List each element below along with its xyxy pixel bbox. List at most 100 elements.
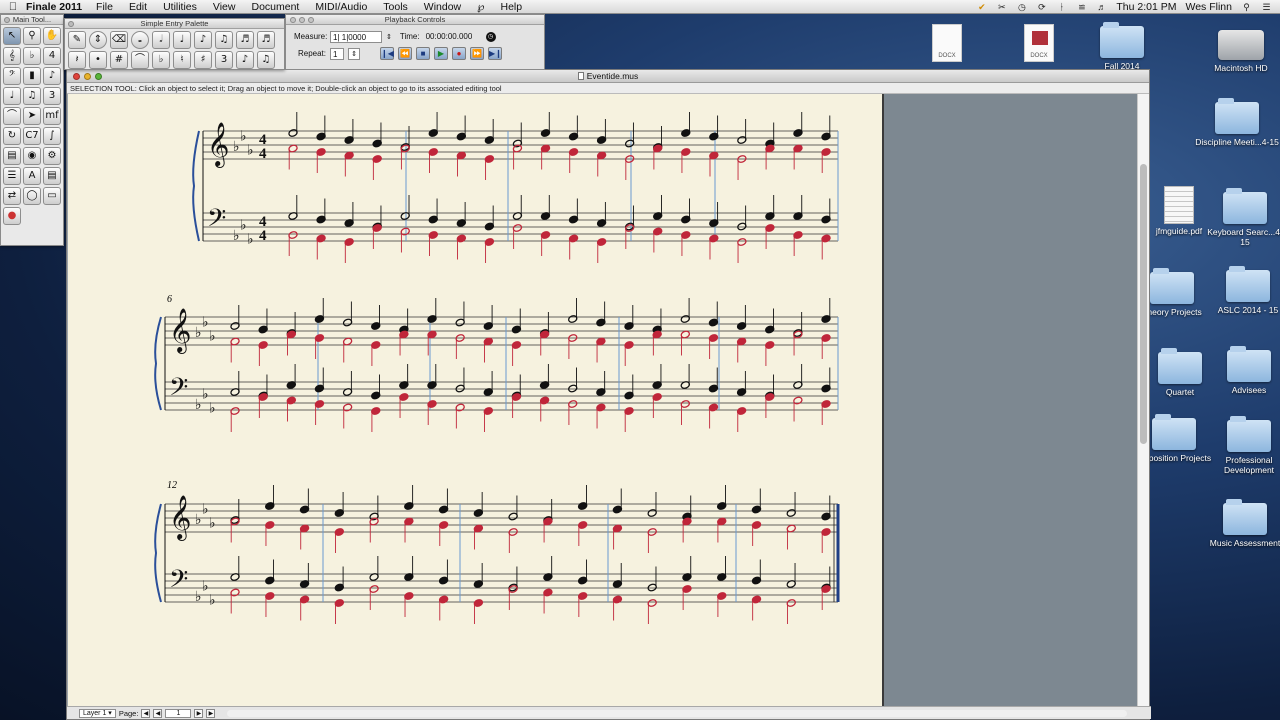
- measure-tool-icon[interactable]: ▮: [23, 67, 41, 85]
- grace-note-icon[interactable]: ♪: [236, 51, 254, 69]
- menu-tools[interactable]: Tools: [383, 1, 408, 13]
- menu-document[interactable]: Document: [251, 1, 299, 13]
- chord-tool-icon[interactable]: C7: [23, 127, 41, 145]
- eighth-note-icon[interactable]: ♪: [194, 31, 212, 49]
- layer-select[interactable]: Layer 1 ▾: [79, 708, 116, 718]
- graphics-tool-icon[interactable]: ◉: [23, 147, 41, 165]
- menu-window[interactable]: Window: [424, 1, 461, 13]
- tuplet-icon[interactable]: 3: [215, 51, 233, 69]
- selection-tool-icon[interactable]: ↖: [3, 27, 21, 45]
- main-tool-palette-title[interactable]: Main Tool...: [1, 15, 63, 25]
- desktop-macintosh-hd[interactable]: Macintosh HD: [1199, 30, 1280, 73]
- mass-edit-tool-icon[interactable]: ▭: [43, 187, 61, 205]
- mirror-tool-icon[interactable]: ⇄: [3, 187, 21, 205]
- midi-tool-icon[interactable]: ●: [3, 207, 21, 225]
- repeat-stepper-icon[interactable]: ⇕: [348, 47, 360, 60]
- menu-file[interactable]: File: [96, 1, 113, 13]
- desktop-folder-aslc[interactable]: ASLC 2014 - 15: [1206, 266, 1280, 315]
- repeat-tool-icon[interactable]: ↻: [3, 127, 21, 145]
- menu-edit[interactable]: Edit: [129, 1, 147, 13]
- natural-icon[interactable]: ♮: [173, 51, 191, 69]
- sixteenth-note-icon[interactable]: ♫: [215, 31, 233, 49]
- voice-icon[interactable]: ♫: [257, 51, 275, 69]
- measure-field[interactable]: 1| 1|0000: [330, 30, 382, 43]
- tie-icon[interactable]: ⌒: [131, 51, 149, 69]
- zoom-dot-icon[interactable]: [308, 17, 314, 23]
- desktop-folder-discipline-meeting[interactable]: Discipline Meeti...4-15: [1195, 98, 1279, 147]
- desktop-folder-advisees[interactable]: Advisees: [1207, 346, 1280, 395]
- go-to-start-icon[interactable]: ❙◀: [380, 47, 394, 60]
- zoom-tool-icon[interactable]: ⚲: [23, 27, 41, 45]
- horizontal-scrollbar[interactable]: [227, 710, 1127, 717]
- wifi-icon[interactable]: ≌: [1076, 2, 1087, 12]
- document-title-bar[interactable]: Eventide.mus: [67, 70, 1149, 83]
- lyrics-tool-icon[interactable]: ∫: [43, 127, 61, 145]
- expression-tool-icon[interactable]: mf: [43, 107, 61, 125]
- quarter-rest-icon[interactable]: 𝄽: [68, 51, 86, 69]
- simple-entry-tool-icon[interactable]: ♪: [43, 67, 61, 85]
- smart-shape-tool-icon[interactable]: ⌒: [3, 107, 21, 125]
- bluetooth-icon[interactable]: ᛂ: [1056, 2, 1067, 12]
- playback-controls-title[interactable]: Playback Controls: [286, 15, 544, 25]
- desktop-folder-keyboard-search[interactable]: Keyboard Searc...4-15: [1203, 188, 1280, 247]
- whole-note-icon[interactable]: 𝅝: [131, 31, 149, 49]
- menubar-user[interactable]: Wes Flinn: [1186, 1, 1233, 13]
- app-menu[interactable]: Finale 2011: [26, 1, 82, 13]
- flat-icon[interactable]: ♭: [152, 51, 170, 69]
- eraser-tool-icon[interactable]: ⌫: [110, 31, 128, 49]
- grid-icon[interactable]: #: [110, 51, 128, 69]
- zoom-window-icon[interactable]: [95, 73, 102, 80]
- sharp-icon[interactable]: ♯: [194, 51, 212, 69]
- desktop-docx-file-2[interactable]: DOCX: [997, 24, 1081, 64]
- sixty-fourth-note-icon[interactable]: ♬: [257, 31, 275, 49]
- first-page-icon[interactable]: ◀: [141, 708, 151, 718]
- special-tools-icon[interactable]: ⚙: [43, 147, 61, 165]
- arrows-tool-icon[interactable]: ⇕: [89, 31, 107, 49]
- previous-page-icon[interactable]: ◀: [153, 708, 163, 718]
- desktop-docx-file-1[interactable]: DOCX: [905, 24, 989, 64]
- time-signature-tool-icon[interactable]: 4: [43, 47, 61, 65]
- vertical-scroll-thumb[interactable]: [1140, 164, 1147, 444]
- score-page[interactable]: 6 12 𝄞 𝄢 ♭ ♭ ♭ ♭ ♭ ♭ 4 4 4 4 𝄞 𝄢 ♭ ♭ ♭ ♭ ♭ ♭ 𝄞 𝄢 ♭ ♭ ♭ ♭ ♭ ♭: [68, 94, 884, 708]
- hyperscribe-tool-icon[interactable]: ♫: [23, 87, 41, 105]
- checkmark-icon[interactable]: ✔: [976, 2, 987, 12]
- notification-center-icon[interactable]: ☰: [1261, 2, 1272, 12]
- volume-icon[interactable]: ♬: [1096, 2, 1107, 12]
- palette-close-icon[interactable]: [4, 17, 10, 23]
- menu-help[interactable]: Help: [500, 1, 522, 13]
- next-page-icon[interactable]: ▶: [194, 708, 204, 718]
- time-field[interactable]: 00:00:00.000: [424, 31, 482, 43]
- close-dot-icon[interactable]: [290, 17, 296, 23]
- time-machine-icon[interactable]: ◷: [1016, 2, 1027, 12]
- last-page-icon[interactable]: ▶: [206, 708, 216, 718]
- fast-forward-icon[interactable]: ⏩: [470, 47, 484, 60]
- staff-style-tool-icon[interactable]: ☰: [3, 167, 21, 185]
- lock-tool-icon[interactable]: ◯: [23, 187, 41, 205]
- stop-icon[interactable]: ■: [416, 47, 430, 60]
- tuplet-tool-icon[interactable]: 3: [43, 87, 61, 105]
- desktop-folder-music-assessment[interactable]: Music Assessment: [1203, 499, 1280, 548]
- thirty-second-note-icon[interactable]: ♬: [236, 31, 254, 49]
- measure-stepper-icon[interactable]: ⇕: [386, 33, 392, 41]
- quarter-note-icon[interactable]: ♩: [173, 31, 191, 49]
- desktop-folder-professional-development[interactable]: Professional Development: [1207, 416, 1280, 475]
- script-menu-icon[interactable]: ℘: [477, 1, 484, 13]
- speedy-entry-tool-icon[interactable]: ♩: [3, 87, 21, 105]
- menu-midi-audio[interactable]: MIDI/Audio: [315, 1, 367, 13]
- pencil-tool-icon[interactable]: ✎: [68, 31, 86, 49]
- desktop-folder-fall-2014[interactable]: Fall 2014: [1080, 22, 1164, 71]
- menu-view[interactable]: View: [213, 1, 236, 13]
- text-tool-icon[interactable]: ▤: [3, 147, 21, 165]
- half-note-icon[interactable]: 𝅗𝅥: [152, 31, 170, 49]
- sync-icon[interactable]: ⟳: [1036, 2, 1047, 12]
- score-canvas[interactable]: 6 12 𝄞 𝄢 ♭ ♭ ♭ ♭ ♭ ♭ 4 4 4 4 𝄞 𝄢 ♭ ♭ ♭ ♭ ♭ ♭ 𝄞 𝄢 ♭ ♭ ♭ ♭ ♭ ♭: [67, 94, 1139, 708]
- go-to-end-icon[interactable]: ▶❙: [488, 47, 502, 60]
- vertical-scrollbar[interactable]: [1137, 94, 1149, 708]
- rewind-icon[interactable]: ⏪: [398, 47, 412, 60]
- repeat-field[interactable]: 1: [330, 47, 344, 60]
- record-icon[interactable]: ●: [452, 47, 466, 60]
- page-layout-tool-icon[interactable]: ▤: [43, 167, 61, 185]
- clef-tool-icon[interactable]: 𝄢: [3, 67, 21, 85]
- play-icon[interactable]: ▶: [434, 47, 448, 60]
- hand-grabber-tool-icon[interactable]: ✋: [43, 27, 61, 45]
